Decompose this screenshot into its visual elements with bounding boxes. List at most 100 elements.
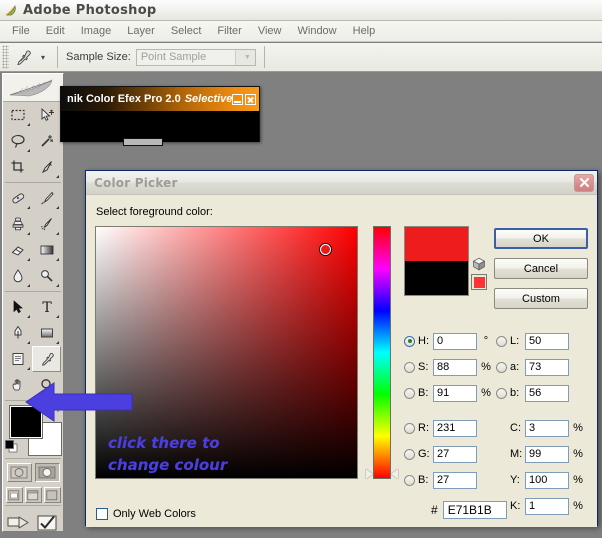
radio-brightness[interactable] xyxy=(404,388,415,399)
lasso-tool[interactable] xyxy=(3,128,32,154)
healing-brush-tool[interactable] xyxy=(3,185,32,211)
type-tool[interactable]: T xyxy=(32,294,61,320)
menu-item-file[interactable]: File xyxy=(4,23,38,39)
menu-item-image[interactable]: Image xyxy=(73,23,120,39)
pen-tool[interactable] xyxy=(3,320,32,346)
tool-expand-triangle-icon xyxy=(53,206,59,209)
close-icon[interactable] xyxy=(245,94,256,105)
input-blue[interactable]: 27 xyxy=(433,472,477,489)
web-safe-cube-icon[interactable] xyxy=(472,257,486,271)
input-hex[interactable]: E71B1B xyxy=(443,501,507,519)
fullscreen-icon xyxy=(46,490,58,501)
toolbox-header-feather-banner xyxy=(3,74,63,102)
tool-preset-caret-icon[interactable]: ▾ xyxy=(37,45,49,69)
minimize-icon[interactable] xyxy=(232,94,243,105)
toolbox-palette: T xyxy=(2,73,64,532)
radio-lab-b[interactable] xyxy=(496,388,507,399)
input-black[interactable]: 1 xyxy=(525,498,569,515)
radio-lab-a[interactable] xyxy=(496,362,507,373)
input-lab-a[interactable]: 73 xyxy=(525,359,569,376)
radio-lab-l[interactable] xyxy=(496,336,507,347)
close-icon[interactable] xyxy=(574,174,594,192)
magic-wand-tool[interactable] xyxy=(32,128,61,154)
rectangular-marquee-tool[interactable] xyxy=(3,102,32,128)
input-green[interactable]: 27 xyxy=(433,446,477,463)
foreground-color-swatch[interactable] xyxy=(10,406,42,438)
color-preview-swatch[interactable] xyxy=(404,226,469,296)
label-magenta: M: xyxy=(510,448,525,460)
standard-screen-button[interactable] xyxy=(6,487,23,503)
input-red[interactable]: 231 xyxy=(433,420,477,437)
chevron-down-icon: ▼ xyxy=(235,50,255,65)
input-lab-l[interactable]: 50 xyxy=(525,333,569,350)
custom-button[interactable]: Custom xyxy=(494,288,588,309)
sample-size-dropdown[interactable]: Point Sample ▼ xyxy=(136,49,256,66)
radio-blue[interactable] xyxy=(404,475,415,486)
input-saturation[interactable]: 88 xyxy=(433,359,477,376)
web-safe-color-swatch[interactable] xyxy=(471,274,487,290)
notes-tool[interactable] xyxy=(3,346,32,372)
tool-expand-triangle-icon xyxy=(24,315,30,318)
shape-tool[interactable] xyxy=(32,320,61,346)
slider-arrow-left-icon[interactable] xyxy=(366,469,373,479)
menu-item-edit[interactable]: Edit xyxy=(38,23,73,39)
slider-arrow-right-icon[interactable] xyxy=(391,469,398,479)
only-web-colors-row[interactable]: Only Web Colors xyxy=(96,508,196,520)
input-yellow[interactable]: 100 xyxy=(525,472,569,489)
brush-tool[interactable] xyxy=(32,185,61,211)
radio-red[interactable] xyxy=(404,423,415,434)
menu-item-view[interactable]: View xyxy=(250,23,290,39)
input-magenta[interactable]: 99 xyxy=(525,446,569,463)
saturation-brightness-field[interactable]: click there to change colour xyxy=(95,226,358,479)
menu-item-help[interactable]: Help xyxy=(345,23,384,39)
quick-mask-mode-button[interactable] xyxy=(35,463,60,482)
radio-hue[interactable] xyxy=(404,336,415,347)
crop-tool[interactable] xyxy=(3,154,32,180)
hand-tool[interactable] xyxy=(3,372,32,398)
menu-item-select[interactable]: Select xyxy=(163,23,210,39)
field-row-b-y: B: 27 Y: 100 % xyxy=(404,469,594,491)
hue-slider[interactable] xyxy=(366,226,398,479)
toolbox-group-retouch xyxy=(3,185,63,289)
input-cyan[interactable]: 3 xyxy=(525,420,569,437)
ok-button[interactable]: OK xyxy=(494,228,588,249)
hue-slider-bar[interactable] xyxy=(373,226,391,479)
options-bar-grip[interactable] xyxy=(2,45,9,69)
nik-window-titlebar[interactable]: nik Color Efex Pro 2.0 Selective xyxy=(61,87,259,111)
move-tool[interactable] xyxy=(32,102,61,128)
fullscreen-menubar-button[interactable] xyxy=(25,487,42,503)
fullscreen-button[interactable] xyxy=(44,487,61,503)
blur-tool[interactable] xyxy=(3,263,32,289)
input-hue[interactable]: 0 xyxy=(433,333,477,350)
zoom-tool[interactable] xyxy=(32,372,61,398)
input-brightness[interactable]: 91 xyxy=(433,385,477,402)
standard-mode-button[interactable] xyxy=(7,463,32,482)
tool-expand-triangle-icon xyxy=(53,284,59,287)
color-picker-titlebar[interactable]: Color Picker xyxy=(86,171,597,195)
menu-item-layer[interactable]: Layer xyxy=(119,23,163,39)
jump-to-check-button[interactable] xyxy=(35,512,61,534)
switch-colors-icon[interactable] xyxy=(48,404,60,416)
jump-to-imageready-button[interactable] xyxy=(6,512,32,534)
slice-tool[interactable] xyxy=(32,154,61,180)
cancel-button[interactable]: Cancel xyxy=(494,258,588,279)
input-lab-b[interactable]: 56 xyxy=(525,385,569,402)
eraser-tool[interactable] xyxy=(3,237,32,263)
menu-item-window[interactable]: Window xyxy=(290,23,345,39)
path-selection-tool[interactable] xyxy=(3,294,32,320)
only-web-colors-checkbox[interactable] xyxy=(96,508,108,520)
default-colors-icon[interactable] xyxy=(5,440,18,453)
quick-mask-icon xyxy=(38,466,56,479)
eyedropper-tool[interactable] xyxy=(32,346,61,372)
new-color-swatch[interactable] xyxy=(405,227,468,261)
clone-stamp-tool[interactable] xyxy=(3,211,32,237)
dodge-tool[interactable] xyxy=(32,263,61,289)
gradient-tool[interactable] xyxy=(32,237,61,263)
history-brush-tool[interactable] xyxy=(32,211,61,237)
menu-item-filter[interactable]: Filter xyxy=(209,23,249,39)
toolbox-divider-2 xyxy=(5,291,61,292)
current-color-swatch[interactable] xyxy=(405,261,468,295)
radio-saturation[interactable] xyxy=(404,362,415,373)
radio-green[interactable] xyxy=(404,449,415,460)
tool-expand-triangle-icon xyxy=(24,149,30,152)
